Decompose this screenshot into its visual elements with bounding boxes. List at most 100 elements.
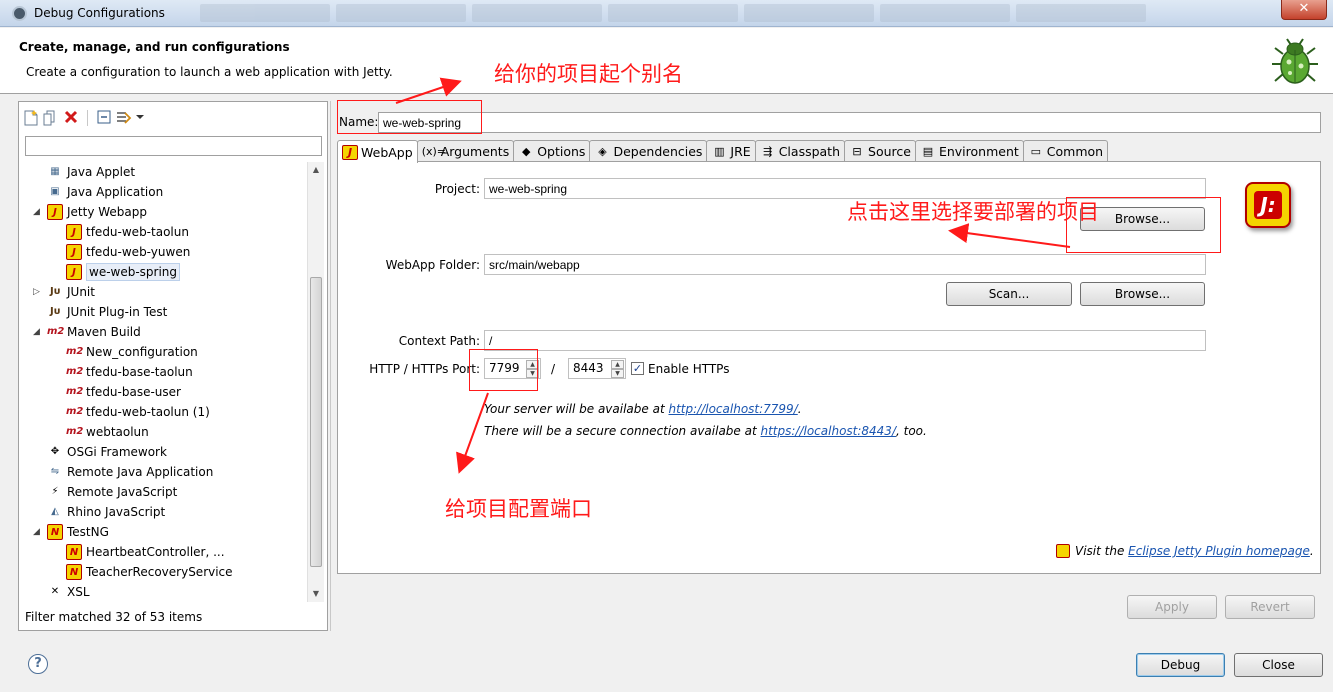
tab-source[interactable]: ⊟ Source <box>844 140 916 162</box>
tree-item[interactable]: m2 tfedu-base-taolun <box>19 362 307 382</box>
https-port-spinner[interactable]: 8443 ▲ ▼ <box>568 358 626 379</box>
configuration-tree-panel: ▦ Java Applet ▣ Java Application ◢ J Jetty Web… <box>18 101 328 631</box>
tree-expand-icon[interactable]: ◢ <box>33 202 43 222</box>
duplicate-icon[interactable] <box>43 110 59 126</box>
tree-item[interactable]: N TeacherRecoveryService <box>19 562 307 582</box>
enable-https-label: Enable HTTPs <box>648 362 730 376</box>
tree-item[interactable]: m2 tfedu-base-user <box>19 382 307 402</box>
port-separator: / <box>551 362 556 376</box>
tree-item-label: OSGi Framework <box>67 445 167 459</box>
tree-item-label: Java Applet <box>67 165 136 179</box>
delete-icon[interactable] <box>63 110 79 126</box>
tree-item-label: HeartbeatController, ... <box>86 545 225 559</box>
apply-button[interactable]: Apply <box>1127 595 1217 619</box>
http-info-text: Your server will be availabe at <box>484 402 669 416</box>
https-info-line: There will be a secure connection availa… <box>484 424 927 438</box>
tree-expand-icon[interactable]: ▷ <box>33 282 43 302</box>
webapp-folder-field[interactable] <box>484 254 1206 275</box>
tree-item-label: JUnit <box>67 285 95 299</box>
maven-icon: m2 <box>66 426 84 437</box>
visit-suffix: . <box>1309 544 1314 558</box>
tree-item[interactable]: ◢ m2 Maven Build <box>19 322 307 342</box>
close-button[interactable]: Close <box>1234 653 1323 677</box>
tab-webapp[interactable]: J WebApp <box>337 140 418 163</box>
new-config-icon[interactable] <box>23 110 39 126</box>
dropdown-arrow-icon[interactable] <box>136 110 144 126</box>
filter-input[interactable] <box>25 136 322 156</box>
tree-expand-icon[interactable]: ◢ <box>33 522 43 542</box>
scroll-up-icon[interactable]: ▲ <box>308 162 324 178</box>
tab-label: JRE <box>730 144 751 159</box>
tree-item[interactable]: ▦ Java Applet <box>19 162 307 182</box>
jetty-homepage-link[interactable]: Eclipse Jetty Plugin homepage <box>1128 544 1310 558</box>
tree-item[interactable]: N HeartbeatController, ... <box>19 542 307 562</box>
tree-item-label: Remote JavaScript <box>67 485 178 499</box>
tree-item[interactable]: ◢ N TestNG <box>19 522 307 542</box>
tree-item[interactable]: ✕ XSL <box>19 582 307 602</box>
collapse-all-icon[interactable] <box>96 110 112 126</box>
https-url-link[interactable]: https://localhost:8443/ <box>760 424 896 438</box>
tree-item[interactable]: Jwe-web-spring <box>19 262 307 282</box>
filter-icon[interactable] <box>116 110 132 126</box>
tree-item[interactable]: Jtfedu-web-yuwen <box>19 242 307 262</box>
tree-expand-icon[interactable]: ◢ <box>33 322 43 342</box>
tab-environment[interactable]: ▤ Environment <box>914 140 1024 162</box>
maven-icon: m2 <box>66 366 84 377</box>
tree-item[interactable]: Jtfedu-web-taolun <box>19 222 307 242</box>
tree-item-label: webtaolun <box>86 425 149 439</box>
tab-common[interactable]: ▭ Common <box>1022 140 1109 162</box>
name-field[interactable] <box>378 112 1321 133</box>
jetty-logo: J: <box>1245 182 1291 228</box>
header-title: Create, manage, and run configurations <box>19 40 290 54</box>
tree-item[interactable]: m2 webtaolun <box>19 422 307 442</box>
webapp-folder-label: WebApp Folder: <box>385 258 480 272</box>
jetty-icon: J <box>47 204 63 220</box>
tab-classpath[interactable]: ⇶ Classpath <box>754 140 846 162</box>
scrollbar-thumb[interactable] <box>310 277 322 567</box>
tree-item[interactable]: ⇋ Remote Java Application <box>19 462 307 482</box>
tree-item[interactable]: m2 New_configuration <box>19 342 307 362</box>
tab-options[interactable]: ◆ Options <box>513 140 591 162</box>
window-close-button[interactable]: ✕ <box>1281 0 1327 20</box>
enable-https-checkbox[interactable]: ✓ <box>631 362 644 375</box>
tree-item[interactable]: ▣ Java Application <box>19 182 307 202</box>
debug-bug-icon <box>1272 38 1318 84</box>
tree-item-label: Jetty Webapp <box>67 205 147 219</box>
spinner-down-icon[interactable]: ▼ <box>611 369 624 378</box>
spinner-up-icon[interactable]: ▲ <box>611 360 624 369</box>
source-icon: ⊟ <box>852 145 862 158</box>
tab-arguments[interactable]: (x)= Arguments <box>416 140 515 162</box>
header-description: Create a configuration to launch a web a… <box>26 65 393 79</box>
http-url-link[interactable]: http://localhost:7799/ <box>668 402 797 416</box>
tab-label: Arguments <box>440 144 510 159</box>
tab-jre[interactable]: ▥ JRE <box>706 140 756 162</box>
tab-dependencies[interactable]: ◈ Dependencies <box>589 140 708 162</box>
tree-item[interactable]: Jᴜ JUnit Plug-in Test <box>19 302 307 322</box>
port-annotation: 给项目配置端口 <box>445 497 592 521</box>
arguments-icon: (x)= <box>421 145 446 158</box>
tree-item[interactable]: ⚡ Remote JavaScript <box>19 482 307 502</box>
testng-icon: N <box>66 564 82 580</box>
help-icon[interactable]: ? <box>28 654 48 674</box>
context-path-field[interactable] <box>484 330 1206 351</box>
tree-item-label: Rhino JavaScript <box>67 505 166 519</box>
jetty-icon: J <box>66 264 82 280</box>
tree-item-label: we-web-spring <box>86 263 181 281</box>
maven-icon: m2 <box>66 406 84 417</box>
tree-item[interactable]: ◭ Rhino JavaScript <box>19 502 307 522</box>
left-toolbar <box>23 108 144 128</box>
classpath-icon: ⇶ <box>763 145 773 158</box>
tree-item[interactable]: ▷ Jᴜ JUnit <box>19 282 307 302</box>
debug-button[interactable]: Debug <box>1136 653 1225 677</box>
revert-button[interactable]: Revert <box>1225 595 1315 619</box>
scan-button[interactable]: Scan... <box>946 282 1072 306</box>
tree-item[interactable]: m2 tfedu-web-taolun (1) <box>19 402 307 422</box>
webapp-folder-browse-button[interactable]: Browse... <box>1080 282 1205 306</box>
http-info-suffix: . <box>797 402 802 416</box>
tree-item[interactable]: ✥ OSGi Framework <box>19 442 307 462</box>
jetty-icon: J <box>66 244 82 260</box>
tree-item[interactable]: ◢ J Jetty Webapp <box>19 202 307 222</box>
tree-item-label: TestNG <box>67 525 109 539</box>
scroll-down-icon[interactable]: ▼ <box>308 586 324 602</box>
tree-scrollbar[interactable]: ▲ ▼ <box>307 162 324 602</box>
